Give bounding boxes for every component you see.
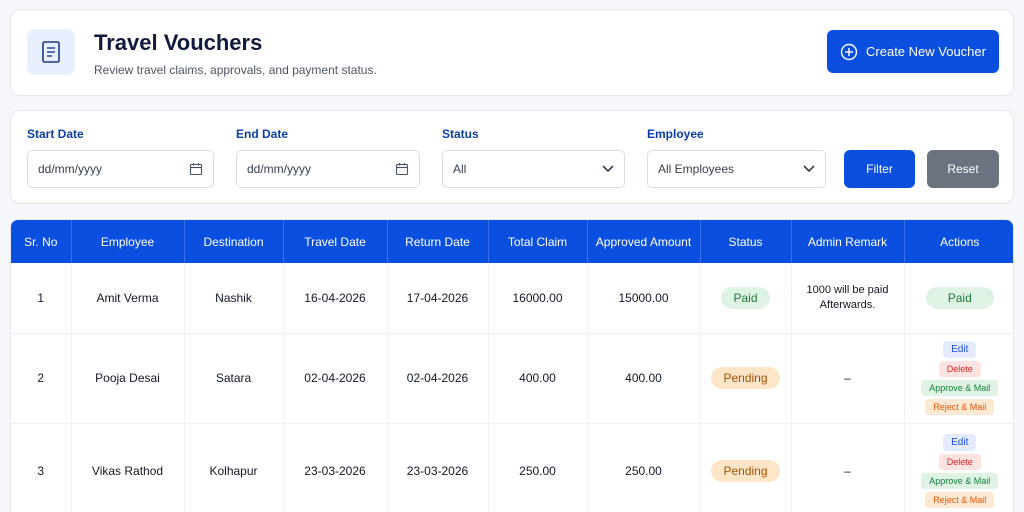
reset-button[interactable]: Reset [927, 150, 999, 188]
page-subtitle: Review travel claims, approvals, and pay… [94, 63, 377, 77]
actions-cell: Edit Delete Approve & Mail Reject & Mail [904, 333, 1013, 424]
edit-button[interactable]: Edit [943, 434, 977, 451]
paid-status-badge: Paid [925, 286, 994, 309]
travel-date-cell: 02-04-2026 [283, 333, 388, 424]
approved-amount-cell: 15000.00 [587, 263, 701, 334]
admin-remark-cell: – [791, 423, 905, 512]
end-date-placeholder: dd/mm/yyyy [247, 162, 312, 176]
delete-button[interactable]: Delete [938, 454, 981, 470]
travel-date-cell: 23-03-2026 [283, 423, 388, 512]
start-date-input[interactable]: dd/mm/yyyy [27, 150, 214, 188]
chevron-down-icon [803, 165, 815, 173]
page-header: Travel Vouchers Review travel claims, ap… [10, 9, 1014, 96]
column-header[interactable]: Destination [184, 220, 284, 263]
status-cell: Pending [700, 333, 792, 424]
filter-panel: Start Date dd/mm/yyyy End Date dd/mm/yyy… [10, 110, 1014, 204]
approve-mail-button[interactable]: Approve & Mail [921, 473, 999, 489]
plus-circle-icon [840, 43, 858, 60]
delete-button[interactable]: Delete [938, 361, 981, 377]
column-header[interactable]: Admin Remark [791, 220, 905, 263]
column-header[interactable]: Sr. No [11, 220, 72, 263]
employee-select-value: All Employees [658, 162, 735, 176]
vouchers-table: Sr. No Employee Destination Travel Date … [10, 219, 1014, 512]
status-select-value: All [453, 162, 467, 176]
status-badge: Pending [711, 460, 780, 482]
remark-line: Afterwards. [819, 298, 876, 311]
reject-mail-button[interactable]: Reject & Mail [925, 492, 995, 508]
table-header-row: Sr. No Employee Destination Travel Date … [11, 220, 1013, 263]
page-title: Travel Vouchers [94, 30, 263, 55]
status-cell: Pending [700, 423, 792, 512]
table-row: 2 Pooja Desai Satara 02-04-2026 02-04-20… [11, 333, 1013, 424]
employee-select[interactable]: All Employees [647, 150, 826, 188]
column-header[interactable]: Travel Date [283, 220, 388, 263]
employee-cell: Pooja Desai [71, 333, 185, 424]
edit-button[interactable]: Edit [943, 341, 977, 358]
return-date-cell: 02-04-2026 [387, 333, 489, 424]
actions-cell: Edit Delete Approve & Mail Reject & Mail [904, 423, 1013, 512]
destination-cell: Kolhapur [184, 423, 284, 512]
destination-cell: Nashik [184, 263, 284, 334]
end-date-input[interactable]: dd/mm/yyyy [236, 150, 420, 188]
total-claim-cell: 400.00 [488, 333, 588, 424]
status-select[interactable]: All [442, 150, 625, 188]
total-claim-cell: 16000.00 [488, 263, 588, 334]
sr-no-cell: 3 [11, 423, 72, 512]
admin-remark-cell: – [791, 333, 905, 424]
travel-date-cell: 16-04-2026 [283, 263, 388, 334]
start-date-placeholder: dd/mm/yyyy [38, 162, 103, 176]
actions-cell: Paid [904, 263, 1013, 334]
column-header[interactable]: Employee [71, 220, 185, 263]
start-date-label: Start Date [27, 127, 84, 141]
create-voucher-button[interactable]: Create New Voucher [827, 30, 999, 73]
calendar-icon [395, 163, 409, 176]
reject-mail-button[interactable]: Reject & Mail [925, 399, 995, 415]
calendar-icon [189, 163, 203, 176]
destination-cell: Satara [184, 333, 284, 424]
return-date-cell: 23-03-2026 [387, 423, 489, 512]
employee-label: Employee [647, 127, 704, 141]
column-header[interactable]: Total Claim [488, 220, 588, 263]
approve-mail-button[interactable]: Approve & Mail [921, 380, 999, 396]
remark-line: 1000 will be paid [806, 283, 889, 296]
column-header[interactable]: Return Date [387, 220, 489, 263]
status-badge: Paid [721, 286, 770, 309]
total-claim-cell: 250.00 [488, 423, 588, 512]
column-header[interactable]: Actions [904, 220, 1013, 263]
sr-no-cell: 1 [11, 263, 72, 334]
table-row: 3 Vikas Rathod Kolhapur 23-03-2026 23-03… [11, 423, 1013, 512]
approved-amount-cell: 400.00 [587, 333, 701, 424]
end-date-label: End Date [236, 127, 289, 141]
sr-no-cell: 2 [11, 333, 72, 424]
status-badge: Pending [711, 367, 780, 389]
table-row: 1 Amit Verma Nashik 16-04-2026 17-04-202… [11, 263, 1013, 334]
employee-cell: Vikas Rathod [71, 423, 185, 512]
admin-remark-cell: 1000 will be paid Afterwards. [791, 263, 905, 334]
column-header[interactable]: Approved Amount [587, 220, 701, 263]
create-voucher-label: Create New Voucher [866, 44, 986, 59]
status-label: Status [442, 127, 479, 141]
approved-amount-cell: 250.00 [587, 423, 701, 512]
return-date-cell: 17-04-2026 [387, 263, 489, 334]
status-cell: Paid [700, 263, 792, 334]
column-header[interactable]: Status [700, 220, 792, 263]
filter-button[interactable]: Filter [844, 150, 915, 188]
receipt-icon [27, 29, 75, 75]
employee-cell: Amit Verma [71, 263, 185, 334]
chevron-down-icon [602, 165, 614, 173]
